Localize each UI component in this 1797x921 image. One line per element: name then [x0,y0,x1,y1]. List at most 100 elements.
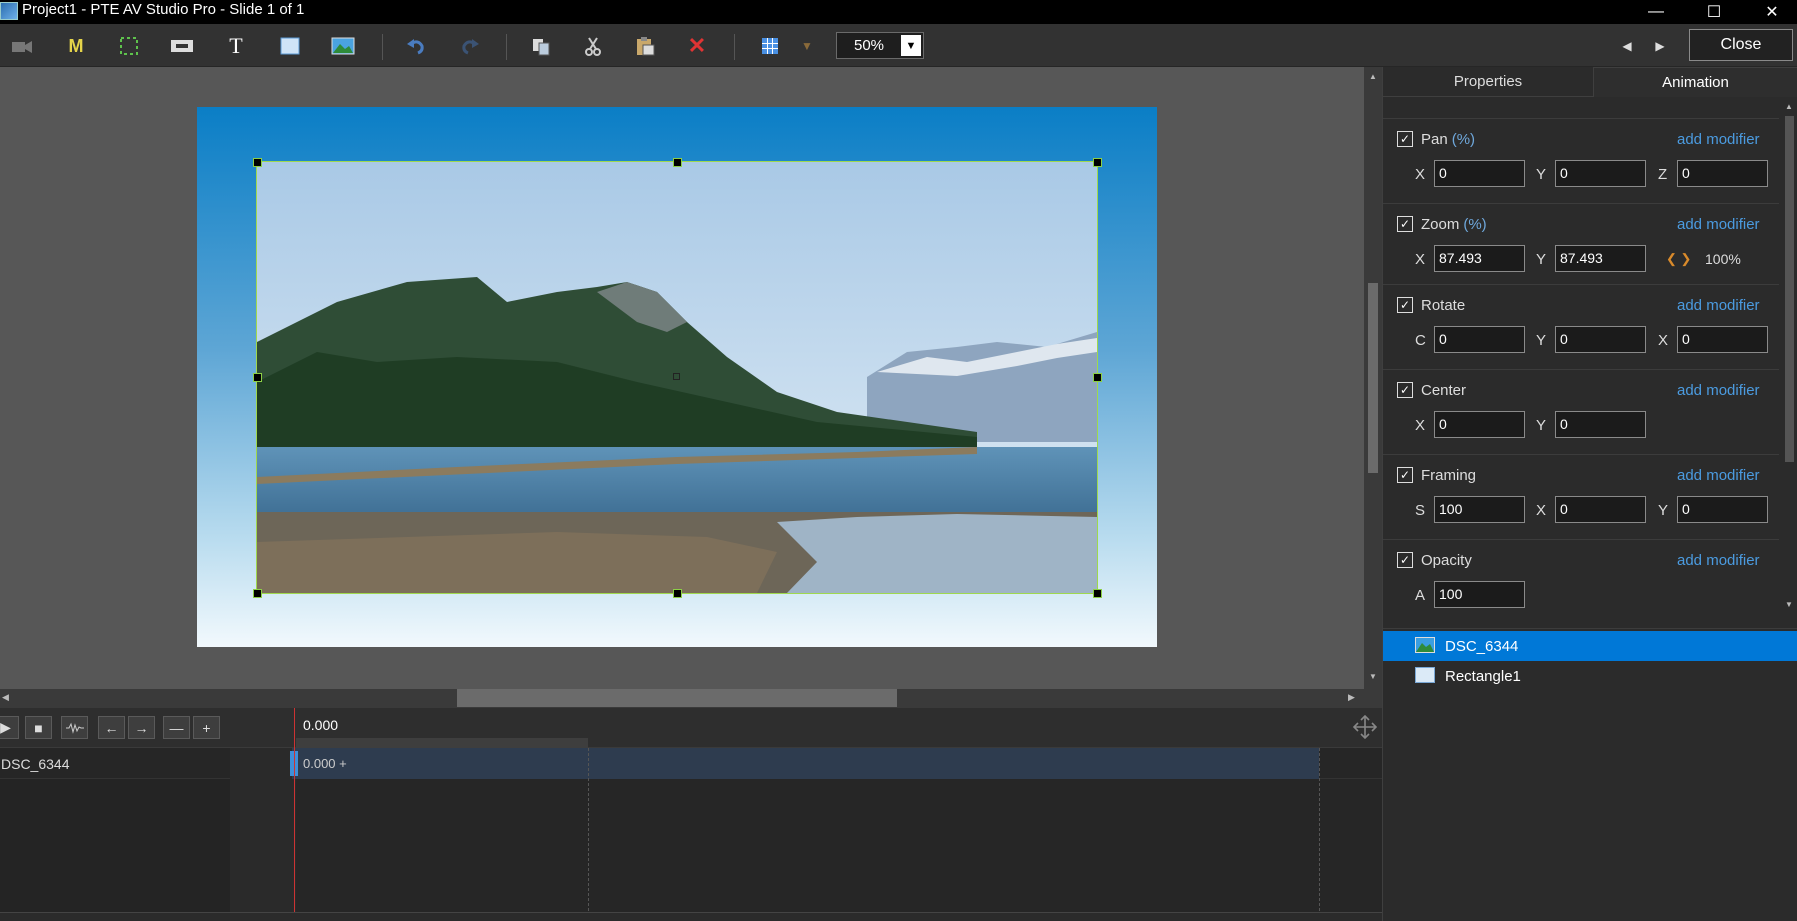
timeline-header: ▶ ■ ← → — + 0.000 [0,708,1382,748]
framing-add-modifier-link[interactable]: add modifier [1677,467,1760,484]
resize-handle-bl[interactable] [253,589,262,598]
zoom-reset-value[interactable]: 100% [1705,251,1741,267]
field-label: Y [1658,502,1669,519]
zoom-label: Zoom (%) [1421,216,1487,233]
opacity-a-input[interactable]: 100 [1434,581,1525,608]
toolbar-separator [734,34,735,60]
minimize-button[interactable]: — [1628,0,1684,24]
maximize-button[interactable]: ☐ [1686,0,1742,24]
framing-x-input[interactable]: 0 [1555,496,1646,523]
grid-icon[interactable] [755,32,785,60]
move-icon[interactable] [1352,714,1378,745]
paste-icon[interactable] [630,32,660,60]
tab-properties[interactable]: Properties [1383,67,1593,97]
link-aspect-icon[interactable]: ❮ ❯ [1666,251,1691,267]
canvas-horizontal-scrollbar[interactable]: ◀ ▶ [0,689,1382,708]
timeline-row[interactable]: DSC_6344 0.000 + [0,748,1382,779]
resize-handle-t[interactable] [673,158,682,167]
camera-icon[interactable] [7,32,37,60]
arrow-right-icon[interactable]: → [128,716,155,739]
center-add-modifier-link[interactable]: add modifier [1677,382,1760,399]
rectangle-icon[interactable] [275,32,305,60]
button-object-icon[interactable] [167,32,197,60]
resize-handle-br[interactable] [1093,589,1102,598]
cut-icon[interactable] [578,32,608,60]
list-item[interactable]: DSC_6344 [1383,631,1797,661]
redo-icon[interactable] [455,32,485,60]
rotate-add-modifier-link[interactable]: add modifier [1677,297,1760,314]
play-icon[interactable]: ▶ [0,716,19,739]
timeline-time: 0.000 [303,717,339,733]
pan-y-input[interactable]: 0 [1555,160,1646,187]
arrow-left-icon[interactable]: ← [98,716,125,739]
frame-icon[interactable] [114,32,144,60]
image-icon [1415,637,1435,653]
center-handle[interactable] [673,373,680,380]
opacity-checkbox[interactable]: ✓ [1397,552,1413,568]
resize-handle-l[interactable] [253,373,262,382]
rotate-c-input[interactable]: 0 [1434,326,1525,353]
waveform-icon[interactable] [61,716,88,739]
chevron-down-icon[interactable]: ▼ [901,35,921,56]
resize-handle-tl[interactable] [253,158,262,167]
scrollbar-thumb[interactable] [1785,116,1794,462]
stop-icon[interactable]: ■ [25,716,52,739]
next-slide-icon[interactable]: ▶ [1645,32,1675,60]
undo-icon[interactable] [401,32,431,60]
timeline-bar[interactable] [292,748,1319,779]
zoom-checkbox[interactable]: ✓ [1397,216,1413,232]
scrollbar-thumb[interactable] [1368,283,1378,473]
timeline-playhead[interactable] [294,708,295,921]
zoom-y-input[interactable]: 87.493 [1555,245,1646,272]
rotate-checkbox[interactable]: ✓ [1397,297,1413,313]
copy-icon[interactable] [526,32,556,60]
scroll-left-icon[interactable]: ◀ [2,692,9,703]
opacity-add-modifier-link[interactable]: add modifier [1677,552,1760,569]
scroll-down-icon[interactable]: ▼ [1785,600,1793,609]
text-icon[interactable]: T [221,32,251,60]
center-y-input[interactable]: 0 [1555,411,1646,438]
resize-handle-b[interactable] [673,589,682,598]
panel-scrollbar[interactable]: ▲ ▼ [1781,100,1797,612]
delete-icon[interactable]: ✕ [682,32,712,60]
pan-z-input[interactable]: 0 [1677,160,1768,187]
tab-animation[interactable]: Animation [1593,67,1797,97]
rotate-x-input[interactable]: 0 [1677,326,1768,353]
minus-icon[interactable]: — [163,716,190,739]
center-checkbox[interactable]: ✓ [1397,382,1413,398]
framing-s-input[interactable]: 100 [1434,496,1525,523]
scroll-up-icon[interactable]: ▲ [1785,102,1793,111]
rotate-y-input[interactable]: 0 [1555,326,1646,353]
pan-checkbox[interactable]: ✓ [1397,131,1413,147]
zoom-x-input[interactable]: 87.493 [1434,245,1525,272]
scrollbar-thumb[interactable] [457,689,897,707]
image-icon[interactable] [328,32,358,60]
window-close-button[interactable]: ✕ [1744,0,1797,24]
scroll-right-icon[interactable]: ▶ [1348,692,1355,703]
canvas-vertical-scrollbar[interactable]: ▲ ▼ [1364,67,1382,689]
close-button[interactable]: Close [1689,29,1793,61]
resize-handle-r[interactable] [1093,373,1102,382]
field-label: Z [1658,166,1668,183]
prev-slide-icon[interactable]: ◀ [1612,32,1642,60]
opacity-label: Opacity [1421,552,1472,569]
framing-y-input[interactable]: 0 [1677,496,1768,523]
slide[interactable] [197,107,1157,647]
center-x-input[interactable]: 0 [1434,411,1525,438]
window-title: Project1 - PTE AV Studio Pro - Slide 1 o… [22,1,305,18]
plus-icon[interactable]: + [193,716,220,739]
timeline-row-name: DSC_6344 [1,756,70,772]
timeline-ruler[interactable] [296,738,588,748]
framing-checkbox[interactable]: ✓ [1397,467,1413,483]
list-item[interactable]: Rectangle1 [1383,661,1797,691]
pan-x-input[interactable]: 0 [1434,160,1525,187]
slide-canvas[interactable] [0,67,1364,689]
zoom-select[interactable]: 50% ▼ [836,32,924,59]
zoom-add-modifier-link[interactable]: add modifier [1677,216,1760,233]
pan-add-modifier-link[interactable]: add modifier [1677,131,1760,148]
scroll-up-icon[interactable]: ▲ [1369,72,1377,81]
mask-icon[interactable]: M [61,32,91,60]
grid-dropdown-icon[interactable]: ▼ [792,32,822,60]
resize-handle-tr[interactable] [1093,158,1102,167]
scroll-down-icon[interactable]: ▼ [1369,672,1377,681]
